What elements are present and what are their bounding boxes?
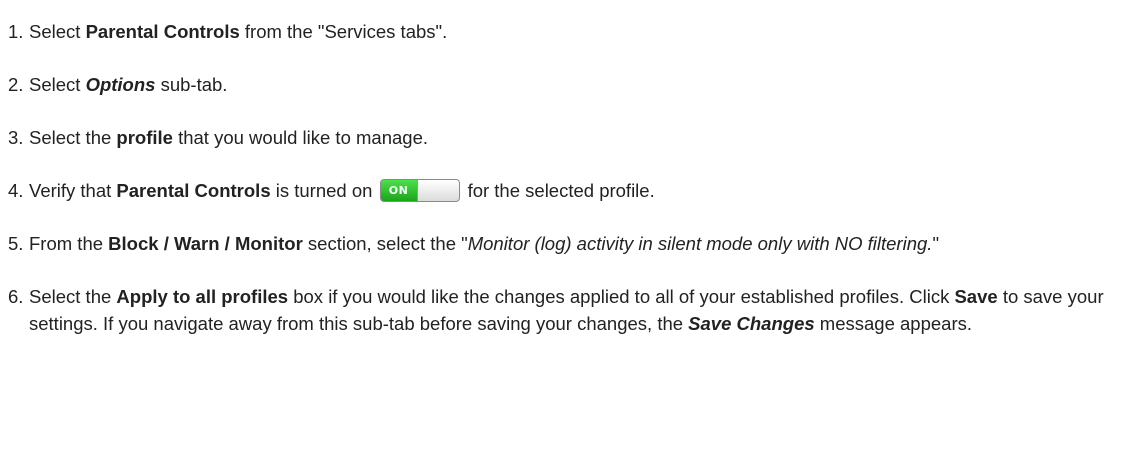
bold-term: Block / Warn / Monitor [108, 233, 303, 254]
text-run: that you would like to manage. [172, 127, 428, 148]
text-run: for the selected profile. [467, 180, 655, 201]
step-6: 6. Select the Apply to all profiles box … [8, 283, 1123, 337]
step-number: 1. [8, 21, 24, 42]
text-run: message appears. [814, 313, 972, 334]
toggle-on-label: ON [380, 180, 417, 201]
step-text: Select Options sub-tab. [29, 71, 1123, 98]
step-5: 5. From the Block / Warn / Monitor secti… [8, 230, 1123, 257]
italic-term: Monitor (log) activity in silent mode on… [467, 233, 933, 254]
step-number: 2. [8, 74, 24, 95]
step-text: Select Parental Controls from the "Servi… [29, 18, 1123, 45]
step-number: 3. [8, 127, 24, 148]
text-run: section, select the " [302, 233, 468, 254]
text-run: " [932, 233, 940, 254]
step-number: 5. [8, 233, 24, 254]
text-run: Verify that [29, 180, 117, 201]
step-text: Select the Apply to all profiles box if … [29, 283, 1123, 337]
bold-italic-term: Save Changes [688, 313, 815, 334]
bold-term: Apply to all profiles [116, 286, 289, 307]
text-run: Select the [29, 286, 117, 307]
text-run: from the "Services tabs". [239, 21, 448, 42]
instruction-steps: 1. Select Parental Controls from the "Se… [8, 18, 1123, 363]
bold-term: Save [954, 286, 998, 307]
bold-term: Parental Controls [116, 180, 271, 201]
step-number: 4. [8, 180, 24, 201]
toggle-knob [416, 180, 459, 201]
step-text: Verify that Parental Controls is turned … [29, 177, 1123, 204]
bold-term: Parental Controls [85, 21, 240, 42]
text-run: Select [29, 21, 86, 42]
bold-italic-term: Options [85, 74, 156, 95]
step-number: 6. [8, 286, 24, 307]
step-1: 1. Select Parental Controls from the "Se… [8, 18, 1123, 45]
text-run: From the [29, 233, 109, 254]
bold-term: profile [116, 127, 173, 148]
text-run: Select the [29, 127, 117, 148]
step-2: 2. Select Options sub-tab. [8, 71, 1123, 98]
step-text: Select the profile that you would like t… [29, 124, 1123, 151]
step-3: 3. Select the profile that you would lik… [8, 124, 1123, 151]
text-run: box if you would like the changes applie… [288, 286, 955, 307]
step-text: From the Block / Warn / Monitor section,… [29, 230, 1123, 257]
text-run: sub-tab. [155, 74, 228, 95]
on-off-toggle-icon: ON [379, 179, 460, 202]
step-4: 4. Verify that Parental Controls is turn… [8, 177, 1123, 204]
text-run: is turned on [270, 180, 378, 201]
text-run: Select [29, 74, 86, 95]
